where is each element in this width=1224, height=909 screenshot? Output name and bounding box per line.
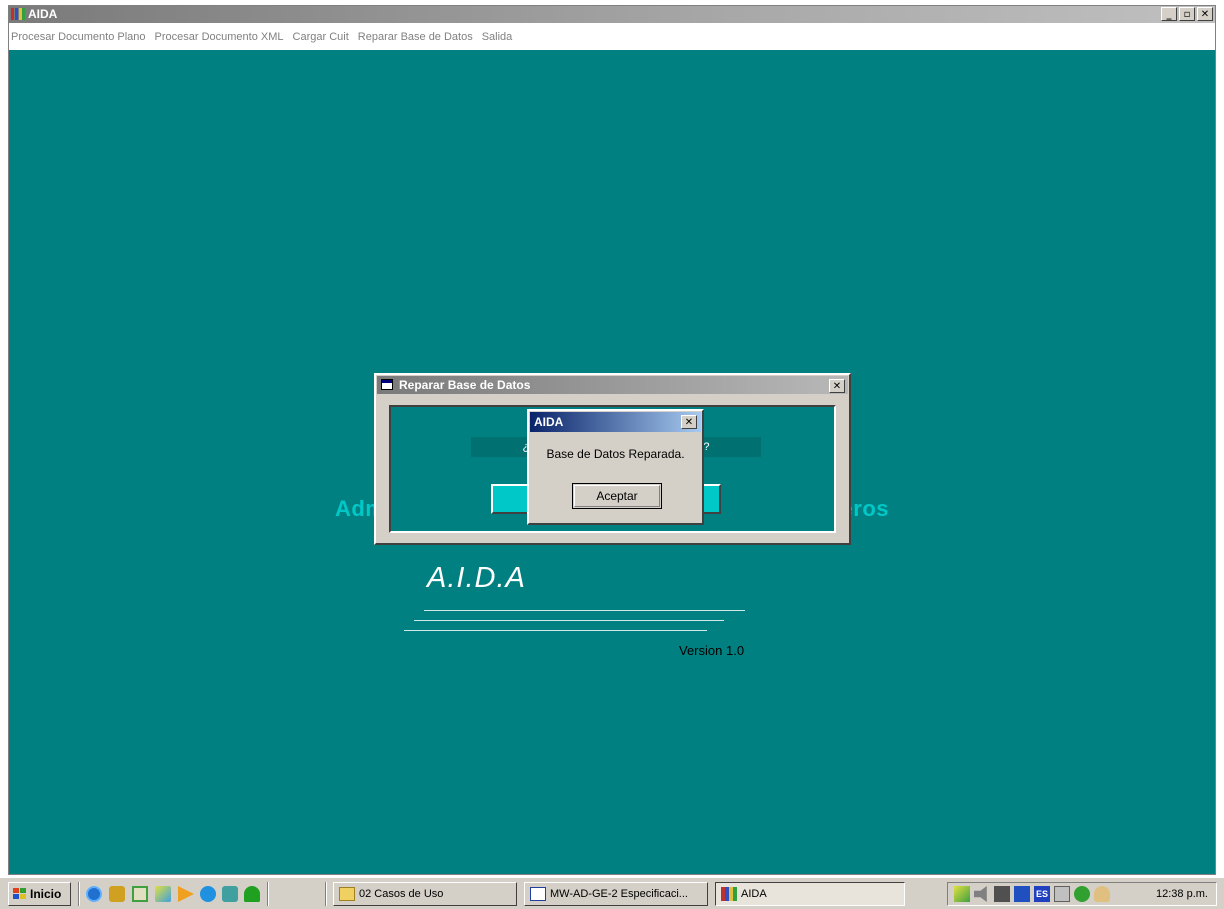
screen: AIDA _ ▫ ✕ Procesar Documento Plano Proc… (0, 0, 1224, 909)
task-label: AIDA (741, 888, 767, 900)
security-icon[interactable] (1074, 886, 1090, 902)
menu-procesar-plano[interactable]: Procesar Documento Plano (11, 31, 146, 43)
maximize-button[interactable]: ▫ (1179, 7, 1195, 21)
music-icon[interactable] (222, 886, 238, 902)
tool-icon[interactable] (155, 886, 171, 902)
task-word-document[interactable]: MW-AD-GE-2 Especificaci... (524, 882, 708, 906)
start-label: Inicio (30, 887, 62, 901)
version-label: Version 1.0 (679, 643, 745, 658)
taskbar-separator (325, 882, 327, 906)
reparar-dialog-titlebar[interactable]: Reparar Base de Datos ✕ (377, 376, 848, 394)
reparar-dialog-title: Reparar Base de Datos (399, 378, 531, 392)
logo-line (404, 630, 707, 631)
folder-icon (339, 887, 355, 901)
network-icon[interactable] (954, 886, 970, 902)
minimize-button[interactable]: _ (1161, 7, 1177, 21)
task-aida[interactable]: AIDA (715, 882, 905, 906)
app-icon (11, 8, 25, 20)
monitor-icon[interactable] (1014, 886, 1030, 902)
message-box-title: AIDA (534, 415, 564, 429)
menu-salida[interactable]: Salida (482, 31, 513, 43)
system-tray: ES 12:38 p.m. (947, 882, 1217, 906)
taskbar-separator (267, 882, 269, 906)
message-text: Base de Datos Reparada. (546, 447, 685, 461)
volume-icon[interactable] (974, 886, 987, 902)
message-box-close-button[interactable]: ✕ (681, 415, 697, 429)
logo-line (414, 620, 724, 621)
clock[interactable]: 12:38 p.m. (1156, 888, 1208, 900)
message-box-titlebar[interactable]: AIDA ✕ (530, 412, 701, 432)
outlook-icon[interactable] (109, 886, 125, 902)
menu-reparar-base[interactable]: Reparar Base de Datos (358, 31, 473, 43)
user-icon[interactable] (1094, 886, 1110, 902)
windows-logo-icon (13, 888, 27, 900)
task-label: 02 Casos de Uso (359, 888, 444, 900)
menu-procesar-xml[interactable]: Procesar Documento XML (155, 31, 284, 43)
start-button[interactable]: Inicio (8, 882, 71, 906)
close-button[interactable]: ✕ (1197, 7, 1213, 21)
window-icon (381, 379, 393, 390)
window-controls: _ ▫ ✕ (1161, 7, 1213, 21)
internet-explorer-icon[interactable] (86, 886, 102, 902)
task-label: MW-AD-GE-2 Especificaci... (550, 888, 688, 900)
display-icon[interactable] (1054, 886, 1070, 902)
message-box: AIDA ✕ Base de Datos Reparada. Aceptar (527, 409, 704, 525)
task-casos-de-uso[interactable]: 02 Casos de Uso (333, 882, 517, 906)
logo-line (424, 610, 745, 611)
reparar-close-button[interactable]: ✕ (829, 379, 845, 393)
window-title: AIDA (28, 7, 58, 21)
taskbar: Inicio 02 Casos de Uso MW-AD-GE-2 Especi… (0, 877, 1224, 909)
taskbar-separator (78, 882, 80, 906)
tree-icon[interactable] (244, 886, 260, 902)
aida-logo: A.I.D.A (427, 562, 526, 594)
main-titlebar[interactable]: AIDA _ ▫ ✕ (9, 6, 1215, 23)
printer-icon[interactable] (994, 886, 1010, 902)
language-icon[interactable]: ES (1034, 886, 1050, 902)
menu-cargar-cuit[interactable]: Cargar Cuit (293, 31, 349, 43)
outlook-express-icon[interactable] (200, 886, 216, 902)
word-icon (530, 887, 546, 901)
menubar: Procesar Documento Plano Procesar Docume… (9, 23, 1215, 50)
aceptar-button[interactable]: Aceptar (572, 483, 662, 509)
app-icon (721, 887, 737, 901)
media-player-icon[interactable] (178, 886, 194, 902)
desktop-icon[interactable] (132, 886, 148, 902)
